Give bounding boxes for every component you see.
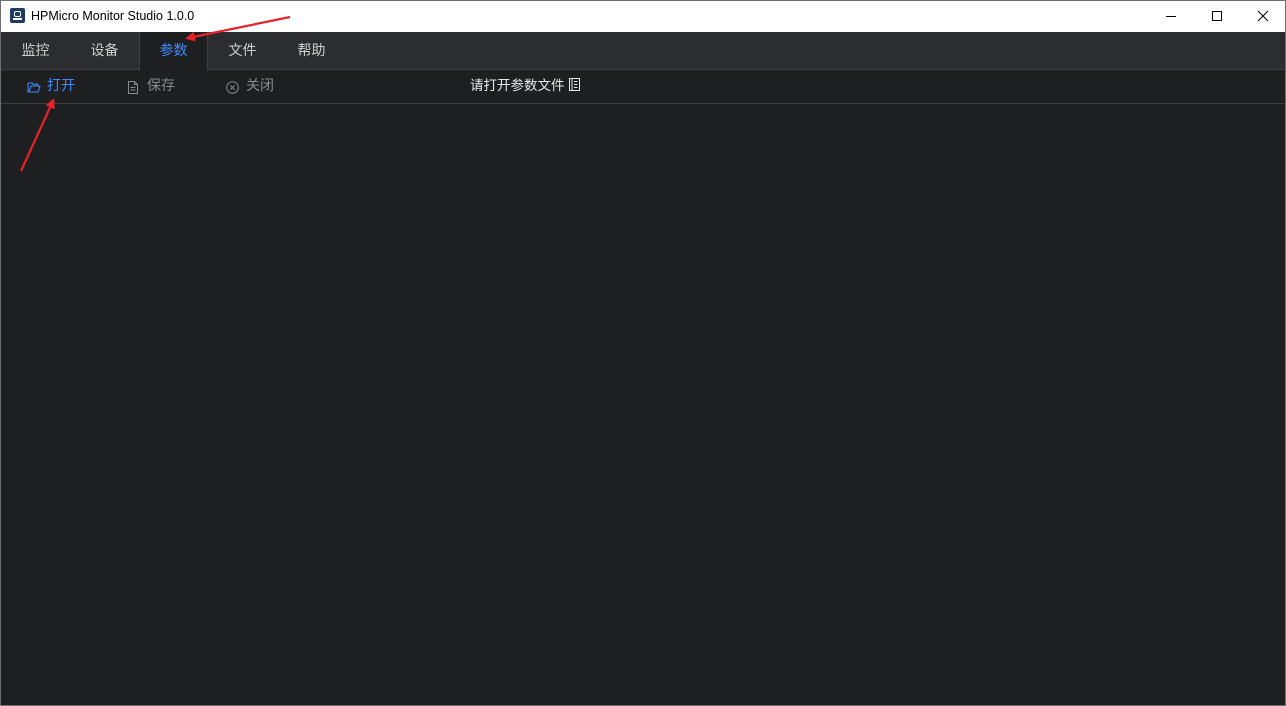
tab-help[interactable]: 帮助 — [277, 32, 346, 70]
tab-parameters[interactable]: 参数 — [139, 32, 208, 71]
maximize-button[interactable] — [1194, 1, 1240, 32]
tab-files[interactable]: 文件 — [208, 32, 277, 70]
tab-bar: 监控 设备 参数 文件 帮助 — [1, 32, 1285, 71]
document-icon — [128, 81, 138, 94]
close-file-button-label: 关闭 — [246, 78, 274, 94]
document-list-icon — [568, 78, 580, 91]
tab-monitor[interactable]: 监控 — [1, 32, 70, 70]
maximize-icon — [1212, 11, 1222, 21]
folder-open-icon — [27, 82, 41, 93]
close-file-button[interactable]: 关闭 — [226, 70, 286, 103]
close-icon — [1257, 10, 1269, 22]
save-button-label: 保存 — [147, 78, 175, 94]
title-bar: HPMicro Monitor Studio 1.0.0 — [1, 1, 1285, 32]
app-logo-icon — [10, 8, 25, 23]
toolbar: 打开 保存 关闭 请打开参数文件 — [1, 70, 1285, 104]
save-button[interactable]: 保存 — [127, 70, 187, 103]
minimize-button[interactable] — [1148, 1, 1194, 32]
window-title: HPMicro Monitor Studio 1.0.0 — [31, 9, 195, 23]
close-window-button[interactable] — [1240, 1, 1285, 32]
open-button[interactable]: 打开 — [27, 70, 87, 103]
tab-device[interactable]: 设备 — [70, 32, 139, 70]
app-window: HPMicro Monitor Studio 1.0.0 监控 设备 参数 文件… — [0, 0, 1286, 706]
minimize-icon — [1166, 16, 1176, 17]
file-status-text: 请打开参数文件 — [470, 78, 565, 94]
parameter-content-area — [1, 104, 1285, 705]
open-button-label: 打开 — [47, 78, 75, 94]
file-status: 请打开参数文件 — [470, 70, 580, 103]
circle-x-icon — [226, 81, 239, 94]
